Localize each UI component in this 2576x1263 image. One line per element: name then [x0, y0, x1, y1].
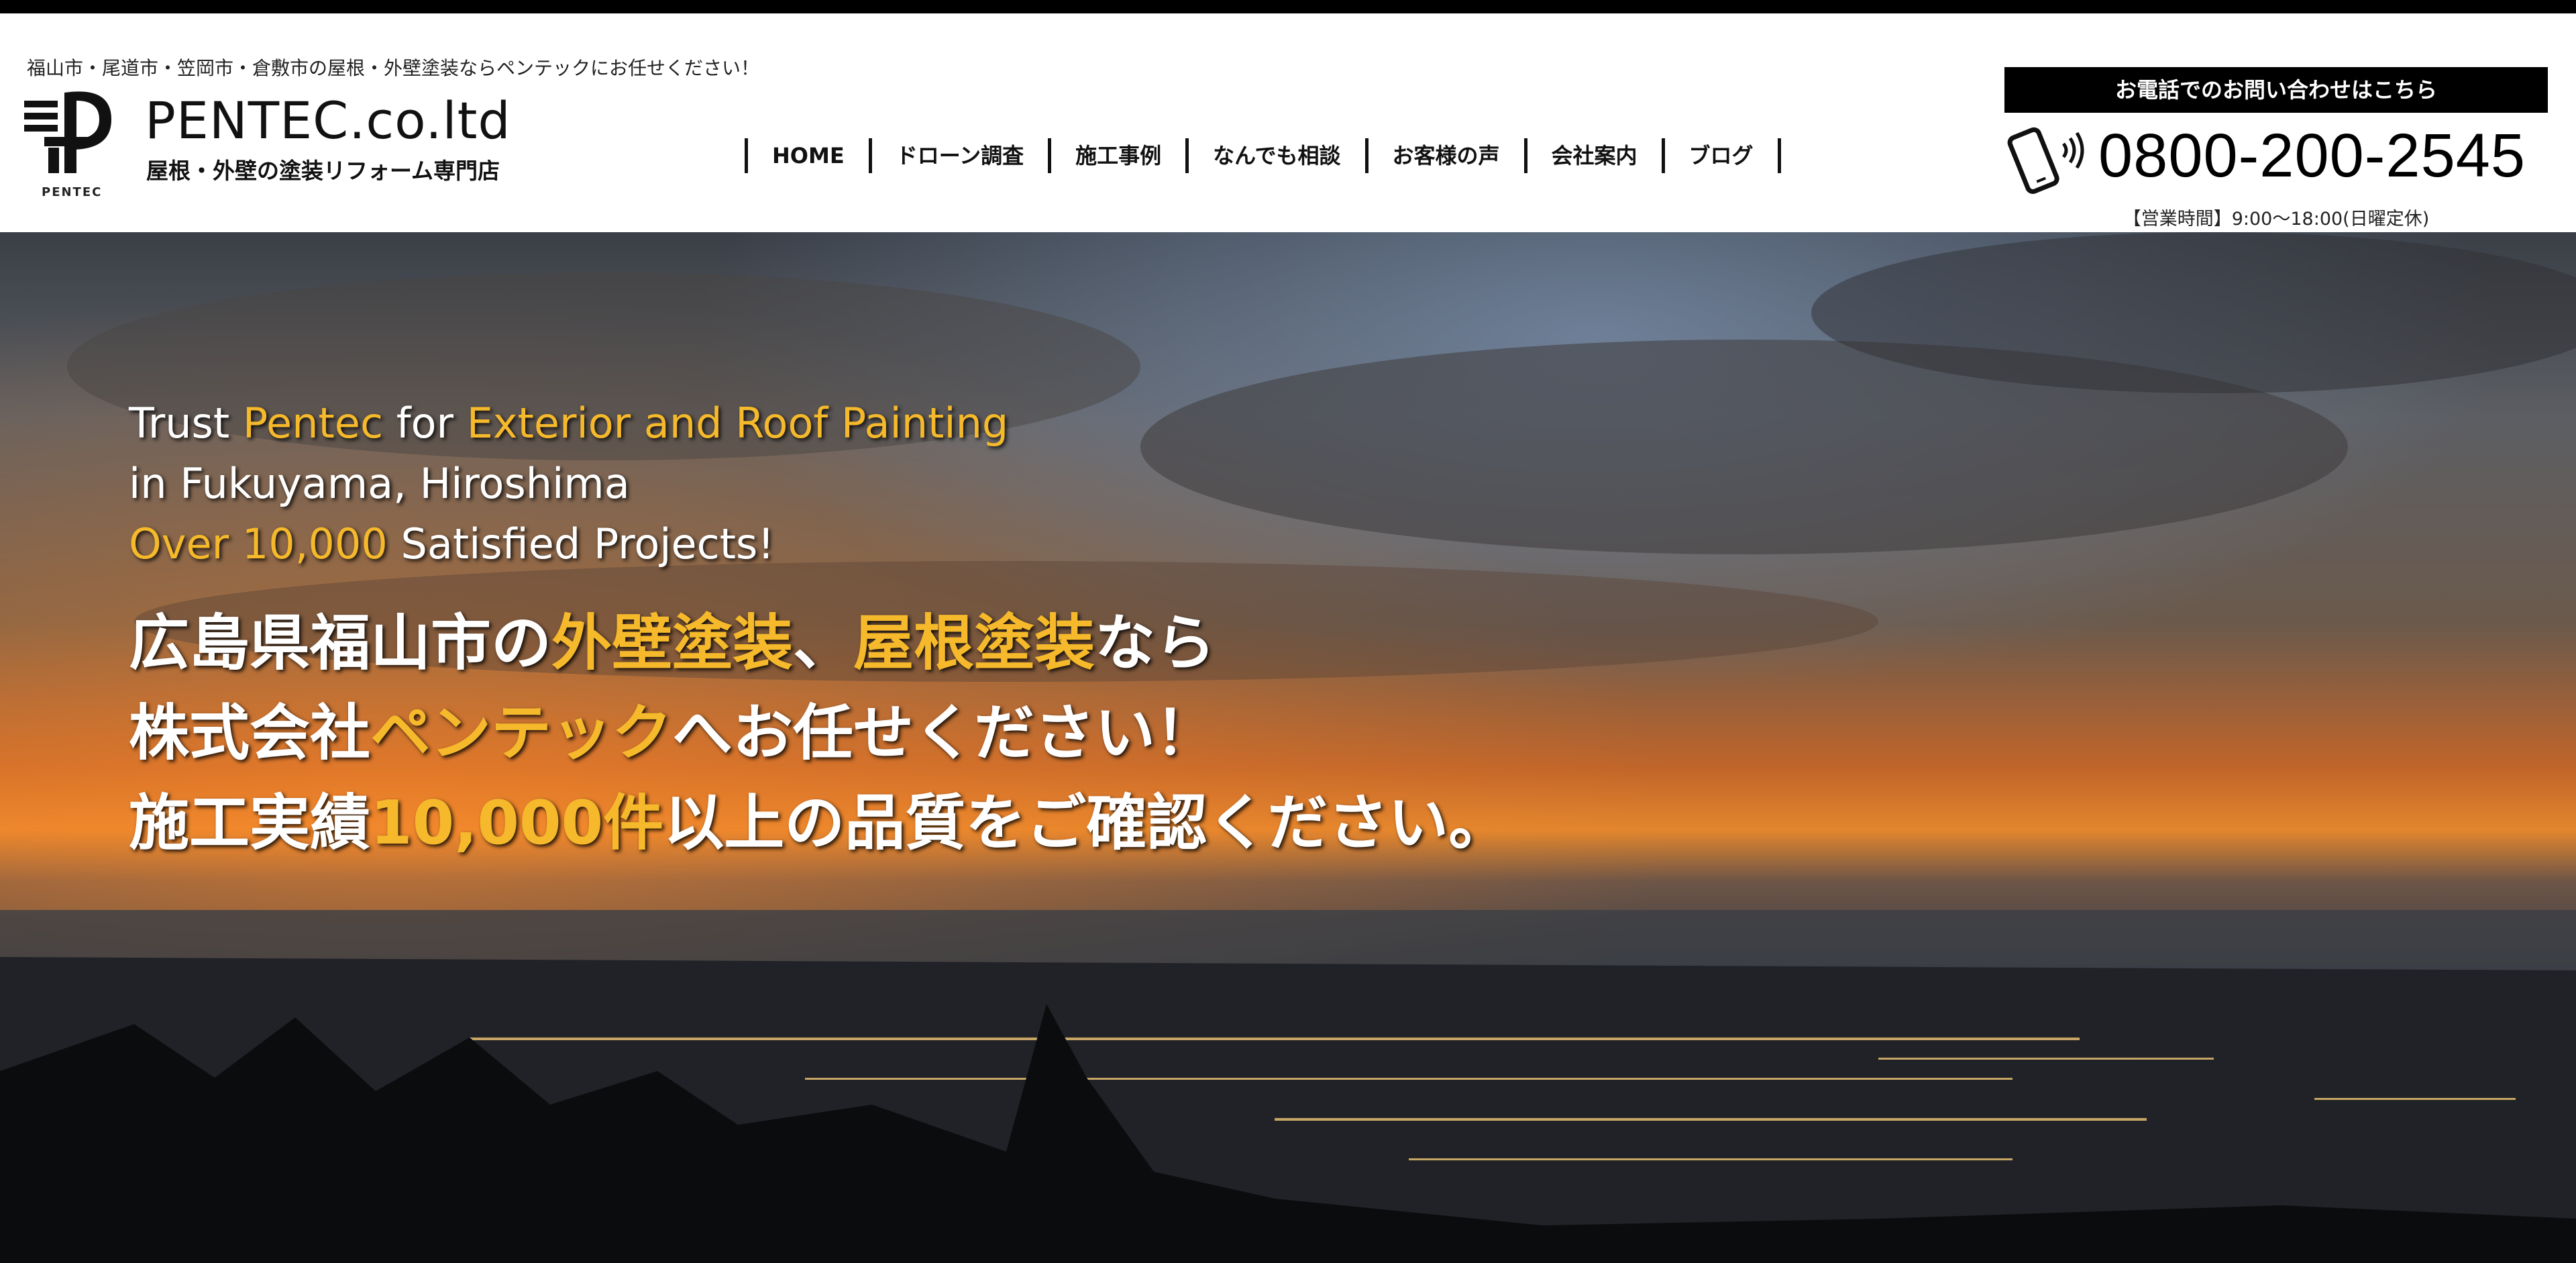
- hero-jp-highlight: 10,000件: [370, 788, 664, 858]
- hero-en-text: Trust: [129, 399, 243, 448]
- nav-item-testimonials[interactable]: お客様の声: [1368, 138, 1527, 173]
- brand-subtitle: 屋根・外壁の塗装リフォーム専門店: [146, 158, 500, 184]
- contact-banner: お電話でのお問い合わせはこちら: [2004, 67, 2548, 113]
- brand-name[interactable]: PENTEC.co.ltd: [145, 95, 511, 146]
- hero-jp-block: 広島県福山市の外壁塗装、屋根塗装なら 株式会社ペンテックへお任せください！ 施工…: [129, 599, 1509, 868]
- hero-jp-highlight: 屋根塗装: [853, 608, 1095, 678]
- hero-jp-text: へお任せください！: [672, 698, 1216, 768]
- logo-caption: PENTEC: [42, 185, 103, 199]
- hero-jp-line-3: 施工実績10,000件以上の品質をご確認ください。: [129, 778, 1509, 868]
- hero-jp-highlight: 外壁塗装: [551, 608, 793, 678]
- hero-en-highlight: Over 10,000: [129, 519, 388, 568]
- hero-copy: Trust Pentec for Exterior and Roof Paint…: [129, 393, 1509, 868]
- phone-number[interactable]: 0800-200-2545: [2098, 125, 2526, 187]
- nav-item-blog[interactable]: ブログ: [1665, 138, 1781, 173]
- hero-en-line-1: Trust Pentec for Exterior and Roof Paint…: [129, 393, 1509, 454]
- hero-jp-text: 広島県福山市の: [129, 608, 551, 678]
- phone-row[interactable]: 0800-200-2545: [2004, 123, 2548, 197]
- smartphone-icon: [2007, 127, 2084, 194]
- site-header: 福山市・尾道市・笠岡市・倉敷市の屋根・外壁塗装ならペンテックにお任せください！ …: [0, 13, 2576, 232]
- hero-jp-text: 以上の品質をご確認ください。: [663, 788, 1509, 858]
- hero-section: Trust Pentec for Exterior and Roof Paint…: [0, 232, 2576, 1263]
- hero-en-highlight: Pentec: [242, 399, 384, 448]
- nav-item-home[interactable]: HOME: [748, 138, 872, 173]
- contact-block: お電話でのお問い合わせはこちら 0800-200-2545 【営業時間】9:00…: [2004, 67, 2548, 230]
- hero-jp-text: なら: [1095, 608, 1216, 678]
- hero-en-highlight: Exterior and Roof Painting: [466, 399, 1009, 448]
- hero-jp-line-1: 広島県福山市の外壁塗装、屋根塗装なら: [129, 599, 1509, 689]
- hero-en-text: for: [383, 399, 467, 448]
- hero-en-line-2: in Fukuyama, Hiroshima: [129, 459, 630, 508]
- business-hours: 【営業時間】9:00〜18:00(日曜定休): [2123, 209, 2430, 230]
- hero-en-text: Satisfied Projects!: [387, 519, 775, 568]
- nav-item-works[interactable]: 施工事例: [1051, 138, 1189, 173]
- pentec-logo[interactable]: [24, 86, 125, 220]
- hero-en-line-3: Over 10,000 Satisfied Projects!: [129, 514, 1509, 574]
- hero-jp-text: 施工実績: [129, 788, 370, 858]
- nav-item-company[interactable]: 会社案内: [1527, 138, 1665, 173]
- main-navigation: HOME ドローン調査 施工事例 なんでも相談 お客様の声 会社案内 ブログ: [745, 138, 1781, 173]
- hero-jp-highlight: ペンテック: [370, 698, 672, 768]
- nav-item-drone-survey[interactable]: ドローン調査: [872, 138, 1052, 173]
- hero-jp-text: 、: [793, 608, 853, 678]
- top-bar: [0, 0, 2576, 13]
- header-tagline: 福山市・尾道市・笠岡市・倉敷市の屋根・外壁塗装ならペンテックにお任せください！: [27, 57, 760, 79]
- hero-jp-line-2: 株式会社ペンテックへお任せください！: [129, 689, 1509, 778]
- nav-item-consultation[interactable]: なんでも相談: [1189, 138, 1368, 173]
- hero-jp-text: 株式会社: [129, 698, 370, 768]
